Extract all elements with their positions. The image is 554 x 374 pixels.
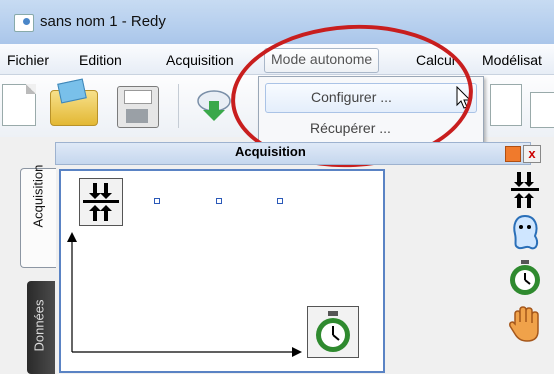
selection-handle[interactable]: [154, 198, 160, 204]
panel-float-button[interactable]: [505, 146, 521, 162]
menu-edition[interactable]: Edition: [79, 52, 122, 68]
sync-block[interactable]: [79, 178, 123, 226]
menu-acquisition[interactable]: Acquisition: [166, 52, 234, 68]
tab-acquisition-label: Acquisition: [30, 164, 46, 228]
panel-close-button[interactable]: x: [523, 145, 541, 163]
selection-handle[interactable]: [277, 198, 283, 204]
window-title: sans nom 1 - Redy: [40, 13, 166, 30]
menu-fichier[interactable]: Fichier: [7, 52, 49, 68]
copy-icon[interactable]: [490, 84, 522, 126]
tab-donnees-label: Données: [31, 299, 47, 352]
download-cloud-icon[interactable]: [194, 88, 234, 122]
timer-icon: [316, 311, 350, 352]
sync-icon[interactable]: [505, 170, 545, 210]
menu-modelisation[interactable]: Modélisat: [482, 52, 542, 68]
paste-icon[interactable]: [530, 92, 554, 128]
save-icon[interactable]: [117, 86, 159, 128]
new-document-icon[interactable]: [2, 84, 36, 126]
app-icon: [14, 14, 34, 32]
selection-handle[interactable]: [216, 198, 222, 204]
axis-arrows-icon: [67, 232, 302, 357]
timer-icon[interactable]: [505, 258, 545, 298]
open-folder-icon[interactable]: [50, 90, 98, 126]
sync-icon: [83, 183, 119, 221]
toolbar-separator: [178, 84, 179, 128]
ghost-icon[interactable]: [505, 212, 545, 252]
hand-icon[interactable]: [505, 304, 545, 344]
timer-block[interactable]: [307, 306, 359, 358]
panel-title: Acquisition: [235, 144, 306, 159]
